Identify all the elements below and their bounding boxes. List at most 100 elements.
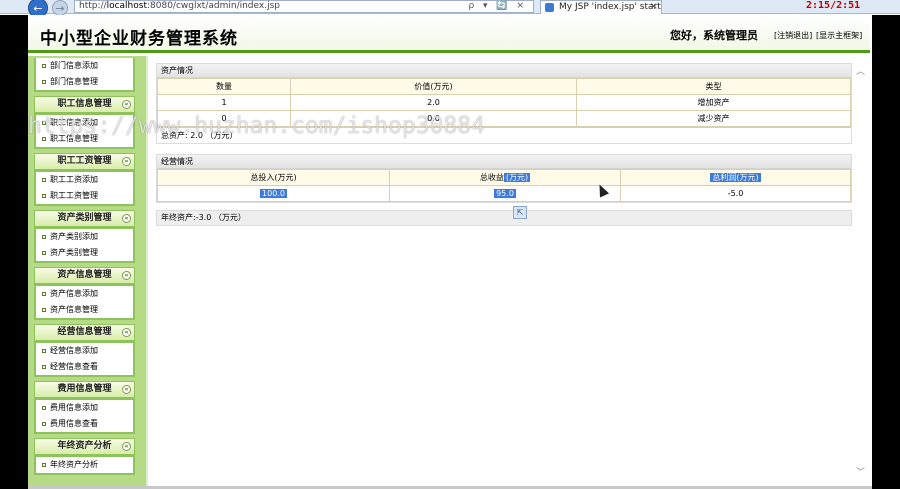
- collapse-icon[interactable]: «: [122, 214, 131, 223]
- sidebar-item-salary-manage[interactable]: 职工工资管理: [36, 188, 133, 204]
- left-frame: [0, 15, 28, 489]
- sidebar-group-salary: 职工工资添加 职工工资管理: [34, 170, 135, 206]
- col-value: 价值(万元): [290, 78, 577, 95]
- forward-button[interactable]: →: [52, 0, 68, 16]
- sidebar-item-business-add[interactable]: 经营信息添加: [36, 343, 133, 359]
- bullet-icon: [42, 307, 46, 312]
- app-title: 中小型企业财务管理系统: [40, 29, 238, 49]
- sidebar-group-asset-info: 资产信息添加 资产信息管理: [34, 284, 135, 320]
- scroll-up-icon[interactable]: ︿: [856, 64, 865, 77]
- scroll-down-icon[interactable]: ﹀: [856, 465, 865, 478]
- sidebar-header-label: 经营信息管理: [57, 327, 112, 337]
- sidebar-group-expense: 费用信息添加 费用信息查看: [34, 398, 135, 434]
- collapse-icon[interactable]: «: [122, 328, 131, 337]
- sidebar-item-label: 年终资产分析: [50, 460, 98, 469]
- sidebar-item-asset-category-manage[interactable]: 资产类别管理: [36, 245, 133, 261]
- sidebar-item-asset-category-add[interactable]: 资产类别添加: [36, 229, 133, 245]
- bullet-icon: [42, 234, 46, 239]
- sidebar-item-salary-add[interactable]: 职工工资添加: [36, 172, 133, 188]
- page-icon: [545, 3, 554, 12]
- sidebar-header-label: 资产信息管理: [57, 270, 112, 280]
- table-header-row: 总投入(万元) 总收益 (万元) 总利润(万元): [157, 169, 851, 186]
- tab-title: My JSP 'index.jsp' startin...: [559, 2, 661, 12]
- close-tab-icon[interactable]: ×: [650, 1, 658, 13]
- sidebar-header-label: 资产类别管理: [57, 213, 112, 223]
- address-actions-icon[interactable]: ρ ▾ 🔄 ×: [468, 1, 527, 12]
- col-total-input: 总投入(万元): [157, 169, 390, 186]
- address-path: :8080/cwglxt/admin/index.jsp: [146, 1, 280, 11]
- drag-move-icon[interactable]: ⇱: [513, 206, 527, 219]
- video-clock: 2:15/2:51: [806, 0, 861, 11]
- table-header-row: 数量 价值(万元) 类型: [157, 78, 851, 95]
- business-table: 总投入(万元) 总收益 (万元) 总利润(万元) 100.0 95.0 -5.0: [157, 169, 851, 202]
- cell-total-profit: -5.0: [620, 185, 851, 202]
- right-frame: [872, 15, 900, 489]
- sidebar-item-expense-add[interactable]: 费用信息添加: [36, 400, 133, 416]
- collapse-icon[interactable]: «: [122, 157, 131, 166]
- total-input-value: 100.0: [260, 189, 287, 198]
- sidebar-item-asset-info-add[interactable]: 资产信息添加: [36, 286, 133, 302]
- bullet-icon: [42, 63, 46, 68]
- col-total-profit: 总利润(万元): [620, 169, 851, 186]
- sidebar-item-dept-add[interactable]: 部门信息添加: [36, 58, 133, 74]
- sidebar-header-label: 年终资产分析: [57, 441, 112, 451]
- browser-tab[interactable]: My JSP 'index.jsp' startin... ×: [540, 0, 662, 14]
- sidebar-header-expense[interactable]: 费用信息管理 «: [34, 381, 135, 398]
- sidebar-header-staff[interactable]: 职工信息管理 «: [34, 96, 135, 113]
- sidebar-item-label: 经营信息查看: [50, 362, 98, 371]
- bullet-icon: [42, 348, 46, 353]
- cell-type: 减少资产: [576, 110, 851, 127]
- bullet-icon: [42, 421, 46, 426]
- sidebar-header-asset-category[interactable]: 资产类别管理 «: [34, 210, 135, 227]
- col-total-profit-label: 总利润(万元): [710, 173, 761, 182]
- sidebar-item-business-view[interactable]: 经营信息查看: [36, 359, 133, 375]
- screen: ← → http://localhost:8080/cwglxt/admin/i…: [0, 0, 900, 489]
- sidebar-item-dept-manage[interactable]: 部门信息管理: [36, 74, 133, 90]
- sidebar-item-label: 经营信息添加: [50, 346, 98, 355]
- cell-value: 2.0: [290, 94, 577, 111]
- bullet-icon: [42, 250, 46, 255]
- total-income-value: 95.0: [494, 189, 516, 198]
- sidebar-header-asset-info[interactable]: 资产信息管理 «: [34, 267, 135, 284]
- sidebar-header-year-end[interactable]: 年终资产分析 «: [34, 438, 135, 455]
- bullet-icon: [42, 177, 46, 182]
- bullet-icon: [42, 405, 46, 410]
- sidebar-header-salary[interactable]: 职工工资管理 «: [34, 153, 135, 170]
- col-quantity: 数量: [157, 78, 291, 95]
- logout-link[interactable]: [注销退出]: [774, 30, 812, 41]
- sidebar-item-label: 资产类别添加: [50, 232, 98, 241]
- browser-toolbar: ← → http://localhost:8080/cwglxt/admin/i…: [0, 0, 900, 18]
- sidebar-item-label: 费用信息添加: [50, 403, 98, 412]
- collapse-icon[interactable]: «: [122, 100, 131, 109]
- business-panel-title: 经营情况: [157, 155, 851, 169]
- collapse-icon[interactable]: «: [122, 442, 131, 451]
- year-end-assets-summary: 年终资产:-3.0 （万元）: [156, 210, 852, 226]
- cell-type: 增加资产: [576, 94, 851, 111]
- sidebar-header-business[interactable]: 经营信息管理 «: [34, 324, 135, 341]
- vertical-scrollbar[interactable]: ︿ ﹀: [856, 60, 870, 478]
- bullet-icon: [42, 364, 46, 369]
- sidebar-group-business: 经营信息添加 经营信息查看: [34, 341, 135, 377]
- cell-quantity: 1: [157, 94, 291, 111]
- col-total-income: 总收益 (万元): [389, 169, 621, 186]
- sidebar-item-asset-info-manage[interactable]: 资产信息管理: [36, 302, 133, 318]
- app-header: 中小型企业财务管理系统 您好，系统管理员 [注销退出] [显示主框架]: [28, 15, 870, 53]
- col-total-income-unit: (万元): [503, 173, 531, 182]
- sidebar-item-label: 职工工资管理: [50, 191, 98, 200]
- bullet-icon: [42, 193, 46, 198]
- sidebar-item-label: 资产信息管理: [50, 305, 98, 314]
- sidebar-item-year-end-analysis[interactable]: 年终资产分析: [36, 457, 133, 473]
- collapse-icon[interactable]: «: [122, 385, 131, 394]
- assets-panel-title: 资产情况: [157, 64, 851, 78]
- col-type: 类型: [576, 78, 851, 95]
- sidebar-item-label: 部门信息管理: [50, 77, 98, 86]
- address-host: localhost: [106, 1, 147, 11]
- col-total-income-label: 总收益: [479, 173, 504, 182]
- table-row: 100.0 95.0 -5.0: [157, 185, 851, 202]
- home-frame-link[interactable]: [显示主框架]: [816, 30, 862, 41]
- collapse-icon[interactable]: «: [122, 271, 131, 280]
- sidebar-header-label: 职工工资管理: [57, 156, 112, 166]
- address-bar[interactable]: http://localhost:8080/cwglxt/admin/index…: [74, 0, 534, 13]
- sidebar-item-expense-view[interactable]: 费用信息查看: [36, 416, 133, 432]
- sidebar-group-asset-category: 资产类别添加 资产类别管理: [34, 227, 135, 263]
